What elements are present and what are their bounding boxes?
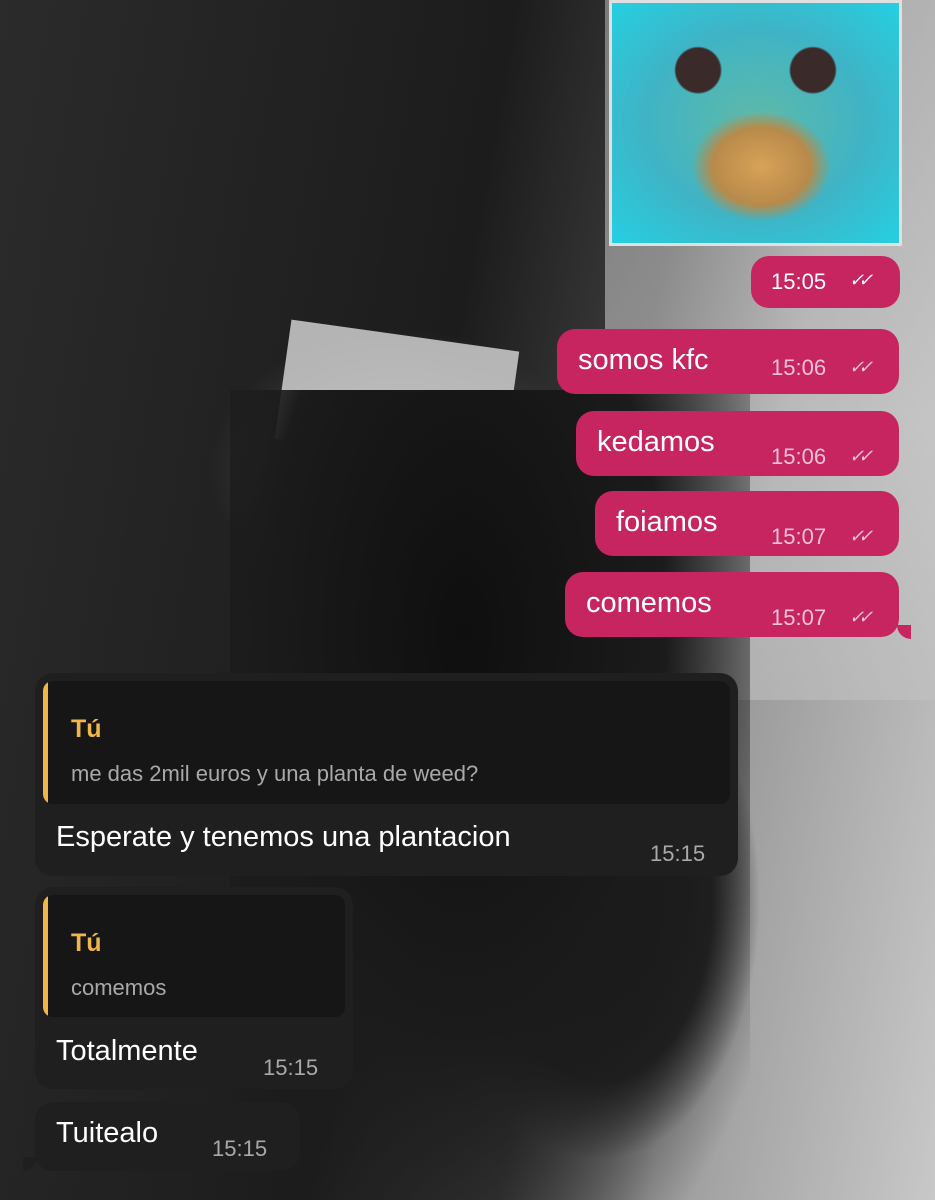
message-text: foiamos (616, 506, 718, 538)
quote-author: Tú (71, 715, 102, 743)
message-time: 15:06 (771, 355, 827, 380)
outgoing-message[interactable]: kedamos 15:06 ✓✓ (576, 411, 899, 476)
sticker-image[interactable] (609, 0, 902, 246)
message-text: kedamos (597, 426, 715, 458)
message-text: Esperate y tenemos una plantacion (56, 821, 511, 853)
message-time: 15:07 (771, 524, 827, 549)
sticker-time-badge: 15:05 ✓✓ (751, 256, 900, 308)
message-time: 15:06 (771, 444, 827, 469)
double-check-icon: ✓✓ (849, 357, 873, 377)
quote-text: me das 2mil euros y una planta de weed? (71, 761, 479, 786)
message-text: somos kfc (578, 344, 709, 376)
quote-text: comemos (71, 975, 167, 1000)
incoming-message[interactable]: Tuitealo 15:15 (35, 1102, 300, 1171)
message-text: Tuitealo (56, 1117, 159, 1149)
message-text: comemos (586, 587, 712, 619)
outgoing-message[interactable]: somos kfc 15:06 ✓✓ (557, 329, 899, 394)
incoming-message[interactable]: Tú me das 2mil euros y una planta de wee… (35, 673, 738, 876)
quote-bar (43, 681, 48, 804)
message-time: 15:15 (212, 1136, 268, 1161)
double-check-icon: ✓✓ (849, 607, 873, 627)
reply-quote[interactable]: Tú me das 2mil euros y una planta de wee… (43, 681, 730, 804)
outgoing-message[interactable]: comemos 15:07 ✓✓ (565, 572, 899, 637)
message-time: 15:15 (650, 841, 706, 866)
double-check-icon: ✓✓ (849, 270, 873, 290)
double-check-icon: ✓✓ (849, 446, 873, 466)
quote-author: Tú (71, 929, 102, 957)
message-time: 15:15 (263, 1055, 319, 1080)
message-text: Totalmente (56, 1035, 198, 1067)
double-check-icon: ✓✓ (849, 526, 873, 546)
message-time: 15:05 (771, 269, 827, 294)
message-time: 15:07 (771, 605, 827, 630)
reply-quote[interactable]: Tú comemos (43, 895, 345, 1017)
incoming-message[interactable]: Tú comemos Totalmente 15:15 (35, 887, 353, 1089)
outgoing-message[interactable]: foiamos 15:07 ✓✓ (595, 491, 899, 556)
quote-bar (43, 895, 48, 1017)
